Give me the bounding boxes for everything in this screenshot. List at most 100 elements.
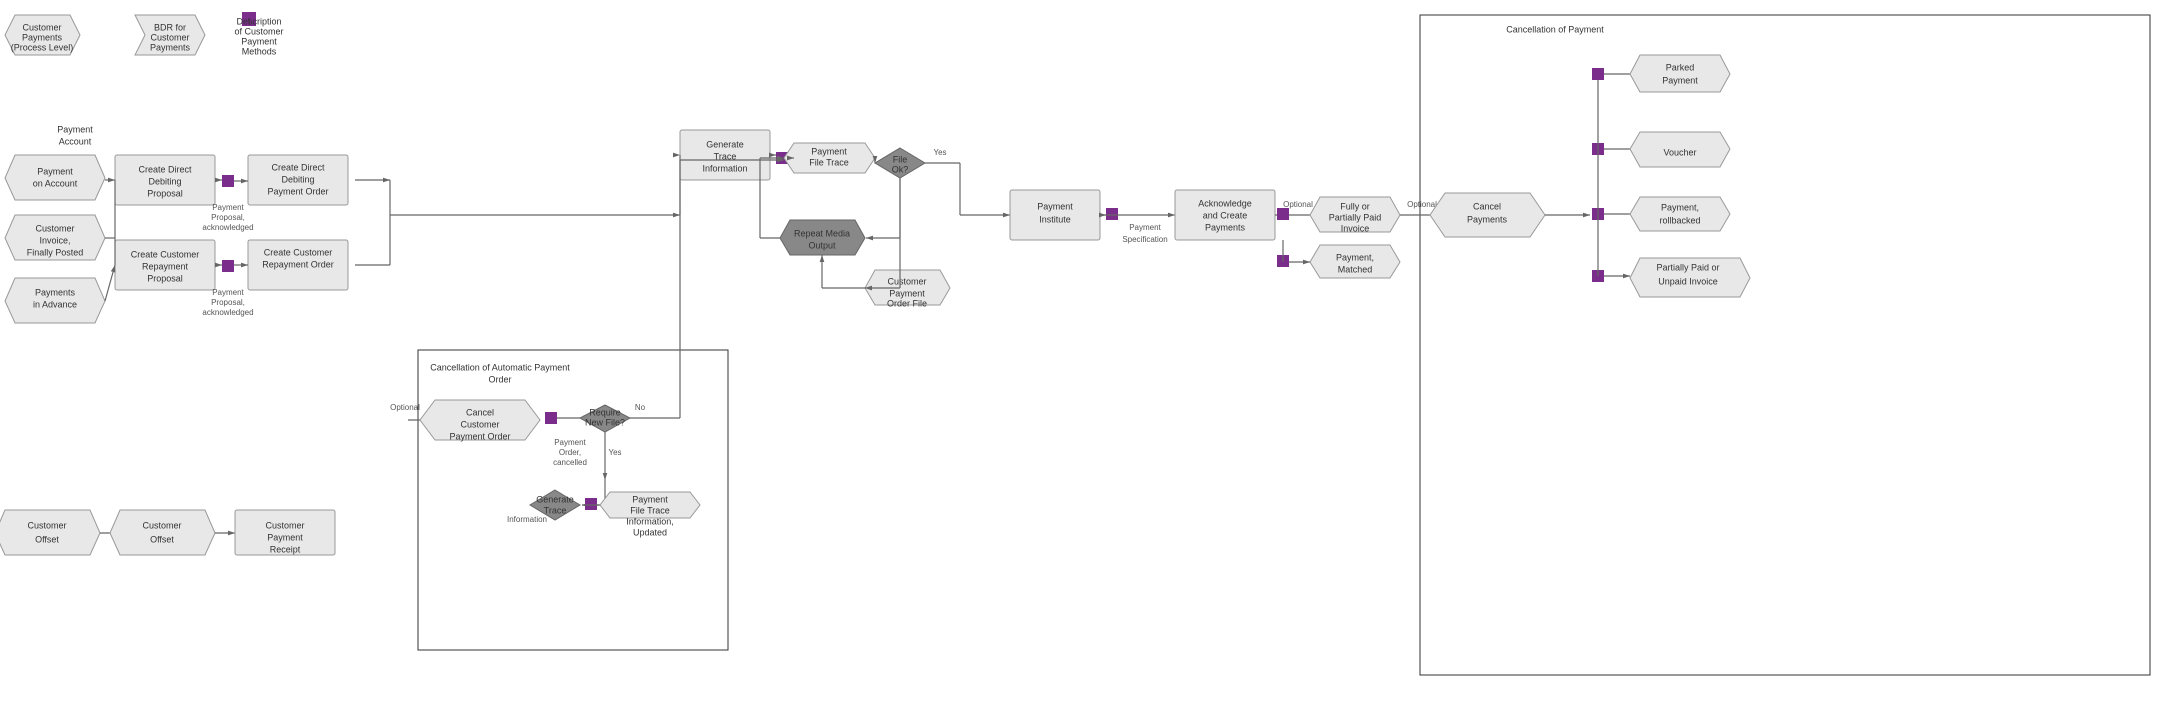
svg-text:Customer: Customer — [265, 520, 304, 530]
svg-text:Payment: Payment — [554, 438, 586, 447]
svg-text:Payment: Payment — [632, 494, 668, 504]
svg-text:Finally Posted: Finally Posted — [27, 247, 84, 257]
svg-text:Partially Paid: Partially Paid — [1329, 212, 1382, 222]
svg-text:Cancel: Cancel — [466, 407, 494, 417]
svg-text:Yes: Yes — [608, 448, 621, 457]
svg-text:Payment: Payment — [212, 203, 244, 212]
svg-text:Cancel: Cancel — [1473, 201, 1501, 211]
svg-text:Methods: Methods — [242, 46, 277, 56]
svg-text:Repayment Order: Repayment Order — [262, 259, 334, 269]
svg-text:Information,: Information, — [626, 516, 674, 526]
svg-text:Information: Information — [702, 163, 747, 173]
customer-payments-legend-label: Customer — [22, 22, 61, 32]
parked-payment — [1630, 55, 1730, 92]
svg-text:Create Customer: Create Customer — [131, 249, 200, 259]
svg-text:Proposal,: Proposal, — [211, 298, 245, 307]
customer-offset-left — [0, 510, 100, 555]
svg-text:Repayment: Repayment — [142, 261, 189, 271]
svg-text:Unpaid Invoice: Unpaid Invoice — [1658, 276, 1718, 286]
svg-text:Debiting: Debiting — [281, 174, 314, 184]
svg-text:Institute: Institute — [1039, 214, 1071, 224]
svg-text:File Trace: File Trace — [809, 157, 849, 167]
svg-text:Payment: Payment — [1129, 223, 1161, 232]
svg-text:Voucher: Voucher — [1663, 147, 1696, 157]
svg-text:Matched: Matched — [1338, 264, 1373, 274]
svg-text:Payments: Payments — [22, 32, 63, 42]
svg-text:Customer: Customer — [460, 419, 499, 429]
svg-text:Payment Order: Payment Order — [267, 186, 328, 196]
svg-text:Customer: Customer — [142, 520, 181, 530]
svg-text:New File?: New File? — [585, 417, 625, 427]
svg-text:Create Customer: Create Customer — [264, 247, 333, 257]
svg-text:cancelled: cancelled — [553, 458, 587, 467]
svg-text:Account: Account — [59, 136, 92, 146]
svg-text:Order: Order — [488, 374, 511, 384]
purple-sq-trace-updated — [585, 498, 597, 510]
svg-text:No: No — [635, 403, 646, 412]
svg-text:Payments: Payments — [35, 287, 76, 297]
svg-text:Payment: Payment — [1037, 201, 1073, 211]
svg-text:of Customer: of Customer — [234, 26, 283, 36]
svg-text:Generate: Generate — [536, 494, 574, 504]
purple-sq-cancel-order — [545, 412, 557, 424]
svg-text:Optional: Optional — [1283, 200, 1313, 209]
svg-text:acknowledged: acknowledged — [202, 223, 253, 232]
svg-text:Payment: Payment — [241, 36, 277, 46]
svg-text:Proposal,: Proposal, — [211, 213, 245, 222]
diagram-container: Customer Payments (Process Level) BDR fo… — [0, 0, 2170, 720]
svg-text:Yes: Yes — [933, 148, 946, 157]
svg-text:Proposal: Proposal — [147, 188, 183, 198]
svg-text:Customer: Customer — [27, 520, 66, 530]
svg-text:Parked: Parked — [1666, 62, 1695, 72]
svg-text:Offset: Offset — [35, 534, 59, 544]
svg-text:Create Direct: Create Direct — [271, 162, 325, 172]
svg-text:Optional: Optional — [390, 403, 420, 412]
purple-sq-payment-spec — [1106, 208, 1118, 220]
svg-text:Repeat Media: Repeat Media — [794, 228, 850, 238]
svg-text:File Trace: File Trace — [630, 505, 670, 515]
svg-text:Generate: Generate — [706, 139, 744, 149]
svg-text:Payment: Payment — [37, 166, 73, 176]
svg-text:Invoice: Invoice — [1341, 223, 1370, 233]
svg-text:on Account: on Account — [33, 178, 78, 188]
svg-text:Trace: Trace — [544, 505, 567, 515]
customer-offset-right — [110, 510, 215, 555]
purple-sq-2 — [222, 260, 234, 272]
svg-text:rollbacked: rollbacked — [1659, 215, 1700, 225]
svg-text:Debiting: Debiting — [148, 176, 181, 186]
svg-text:Output: Output — [808, 240, 836, 250]
svg-text:Fully or: Fully or — [1340, 201, 1370, 211]
purple-sq-parked — [1592, 68, 1604, 80]
svg-text:File: File — [893, 154, 908, 164]
svg-text:Description: Description — [236, 16, 281, 26]
svg-text:Partially Paid or: Partially Paid or — [1656, 262, 1719, 272]
svg-text:Customer: Customer — [887, 276, 926, 286]
svg-text:Payments: Payments — [1205, 222, 1246, 232]
svg-text:and Create: and Create — [1203, 210, 1248, 220]
svg-text:Order,: Order, — [559, 448, 581, 457]
svg-text:Payment Order: Payment Order — [449, 431, 510, 441]
svg-text:Cancellation of Payment: Cancellation of Payment — [1506, 24, 1604, 34]
svg-text:Proposal: Proposal — [147, 273, 183, 283]
svg-text:Optional: Optional — [1407, 200, 1437, 209]
svg-text:Payment: Payment — [1662, 75, 1698, 85]
purple-sq-fully — [1277, 208, 1289, 220]
svg-text:Invoice,: Invoice, — [39, 235, 70, 245]
svg-text:Customer: Customer — [35, 223, 74, 233]
svg-text:Payment: Payment — [889, 288, 925, 298]
purple-sq-1 — [222, 175, 234, 187]
svg-text:Payment: Payment — [267, 532, 303, 542]
svg-text:Require: Require — [589, 407, 621, 417]
payment-account-label: Payment — [57, 124, 93, 134]
svg-text:BDR for: BDR for — [154, 22, 186, 32]
svg-text:(Process Level): (Process Level) — [11, 42, 74, 52]
svg-text:Customer: Customer — [150, 32, 189, 42]
svg-text:Payments: Payments — [150, 42, 191, 52]
svg-text:Payments: Payments — [1467, 214, 1508, 224]
svg-text:Create Direct: Create Direct — [138, 164, 192, 174]
svg-text:Information: Information — [507, 515, 547, 524]
svg-text:Acknowledge: Acknowledge — [1198, 198, 1252, 208]
svg-text:Offset: Offset — [150, 534, 174, 544]
svg-text:Payment,: Payment, — [1661, 202, 1699, 212]
svg-text:Order File: Order File — [887, 298, 927, 308]
